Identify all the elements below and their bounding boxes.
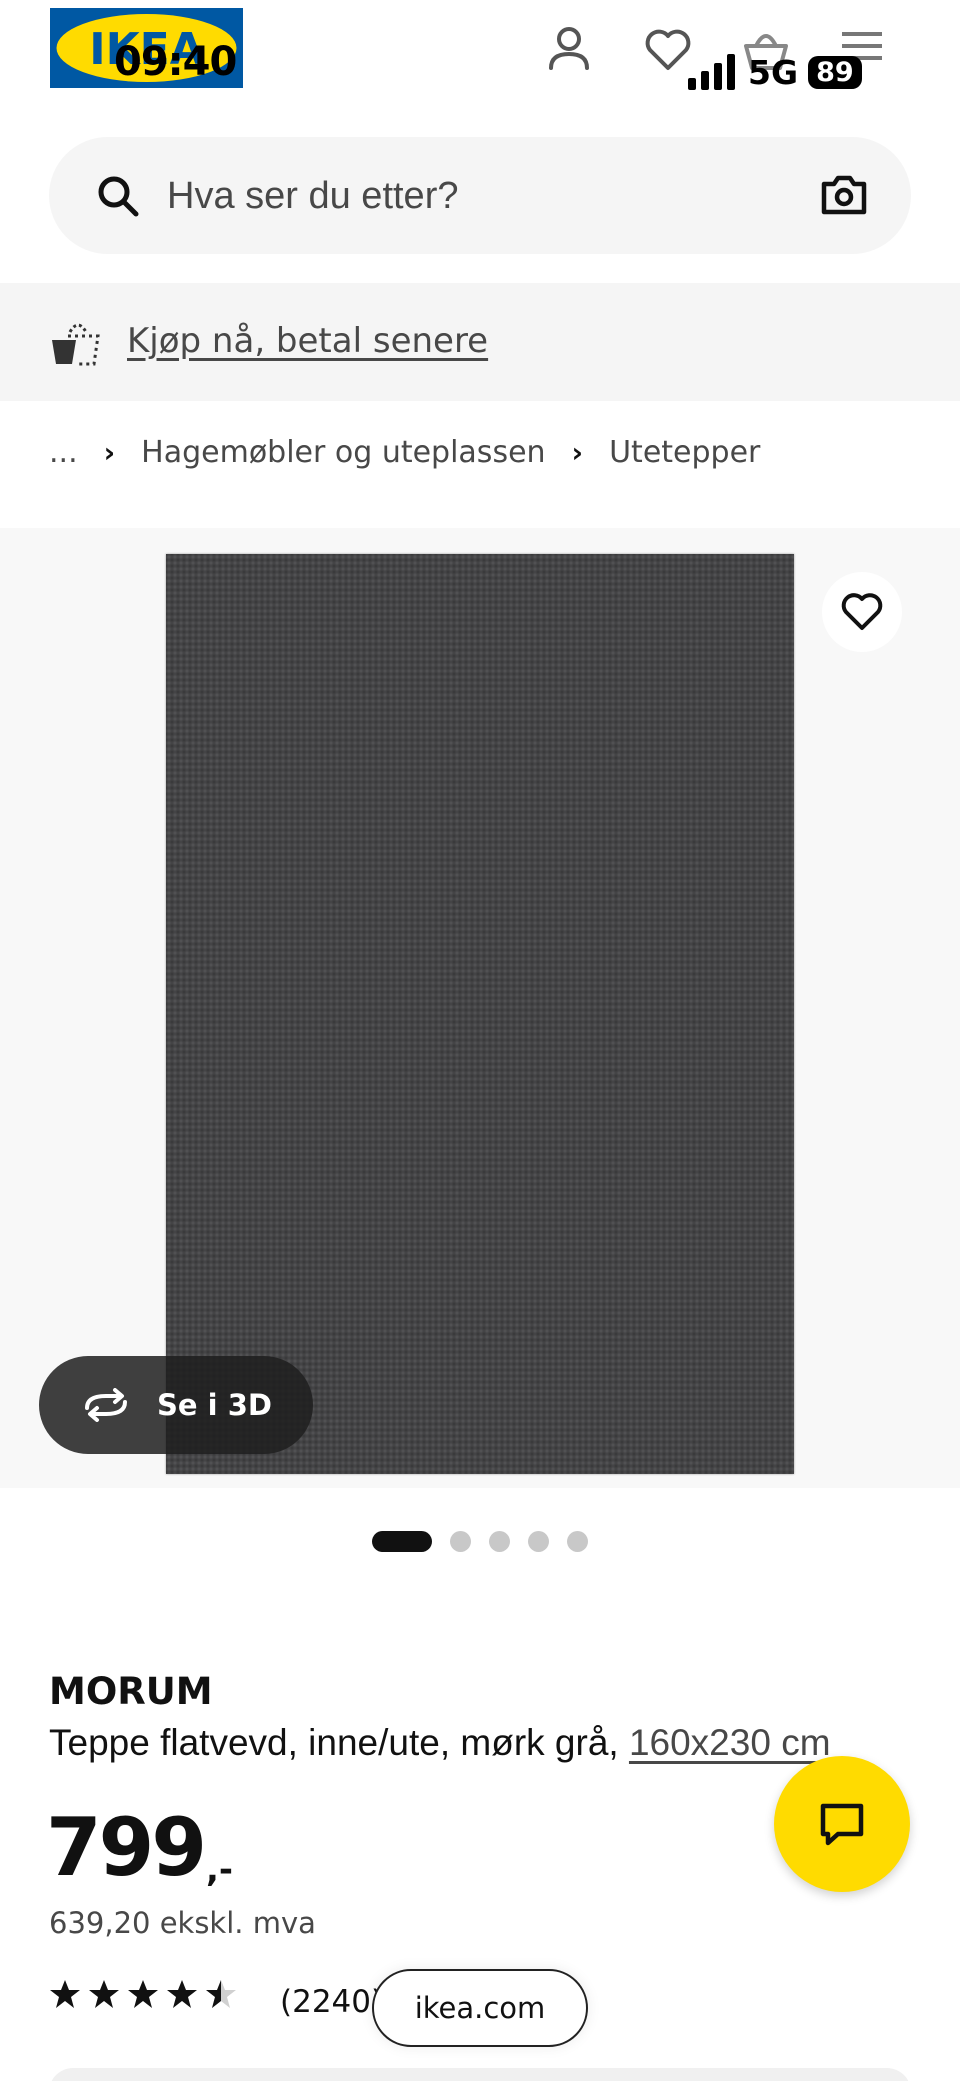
product-name: MORUM [49,1670,213,1713]
breadcrumb-item-outdoor-rugs[interactable]: Utetepper [609,435,760,470]
price-integer: 799 [46,1801,207,1894]
search-input[interactable]: Hva ser du etter? [167,171,458,221]
rating-stars[interactable] [49,1978,237,2010]
search-bar[interactable]: Hva ser du etter? [49,137,911,254]
buy-now-pay-later-link[interactable]: Kjøp nå, betal senere [127,313,488,369]
chevron-right-icon: › [571,435,584,469]
see-in-3d-label: Se i 3D [157,1388,272,1422]
star-icon [89,1980,119,2008]
shopping-bag-payment-icon [52,323,100,366]
star-icon [167,1980,197,2008]
browser-url: ikea.com [414,1991,546,2025]
signal-strength-icon [688,54,735,90]
product-image-gallery[interactable]: Se i 3D [0,528,960,1488]
product-description-text: Teppe flatvevd, inne/ute, mørk grå, [49,1722,619,1763]
product-size-link[interactable]: 160x230 cm [629,1722,831,1763]
rotate-3d-icon [85,1388,127,1422]
status-indicators: 5G 89 [688,52,862,92]
star-icon [128,1980,158,2008]
product-price: 799 ,- [46,1800,233,1918]
carousel-indicator [372,1530,588,1552]
see-in-3d-button[interactable]: Se i 3D [39,1356,313,1454]
status-time: 09:40 [114,39,237,85]
breadcrumb: ... › Hagemøbler og uteplassen › Utetepp… [49,428,760,476]
battery-level: 89 [808,55,862,89]
carousel-dot-active[interactable] [372,1530,432,1552]
product-image-rug[interactable] [166,554,794,1474]
breadcrumb-item-garden-furniture[interactable]: Hagemøbler og uteplassen [141,435,545,470]
camera-icon[interactable] [819,170,869,220]
product-description: Teppe flatvevd, inne/ute, mørk grå, 160x… [49,1719,831,1767]
heart-icon [841,593,883,630]
carousel-dot[interactable] [450,1530,471,1552]
breadcrumb-ellipsis[interactable]: ... [49,435,78,470]
promo-banner: Kjøp nå, betal senere [0,283,960,401]
add-to-favourites-button[interactable] [822,572,902,652]
chevron-right-icon: › [103,435,116,469]
next-section-edge [49,2068,911,2081]
profile-icon[interactable] [541,22,597,78]
carousel-dot[interactable] [567,1530,588,1552]
star-icon [50,1980,80,2008]
chat-bubble-icon [820,1803,864,1846]
chat-button[interactable] [774,1756,910,1892]
half-star-icon [206,1980,236,2008]
carousel-dot[interactable] [489,1530,510,1552]
price-excl-vat: 639,20 ekskl. mva [49,1906,316,1940]
review-count[interactable]: (2240) [280,1980,383,2024]
network-type: 5G [748,52,799,92]
browser-url-bar[interactable]: ikea.com [372,1969,588,2047]
carousel-dot[interactable] [528,1530,549,1552]
search-icon [98,176,139,217]
